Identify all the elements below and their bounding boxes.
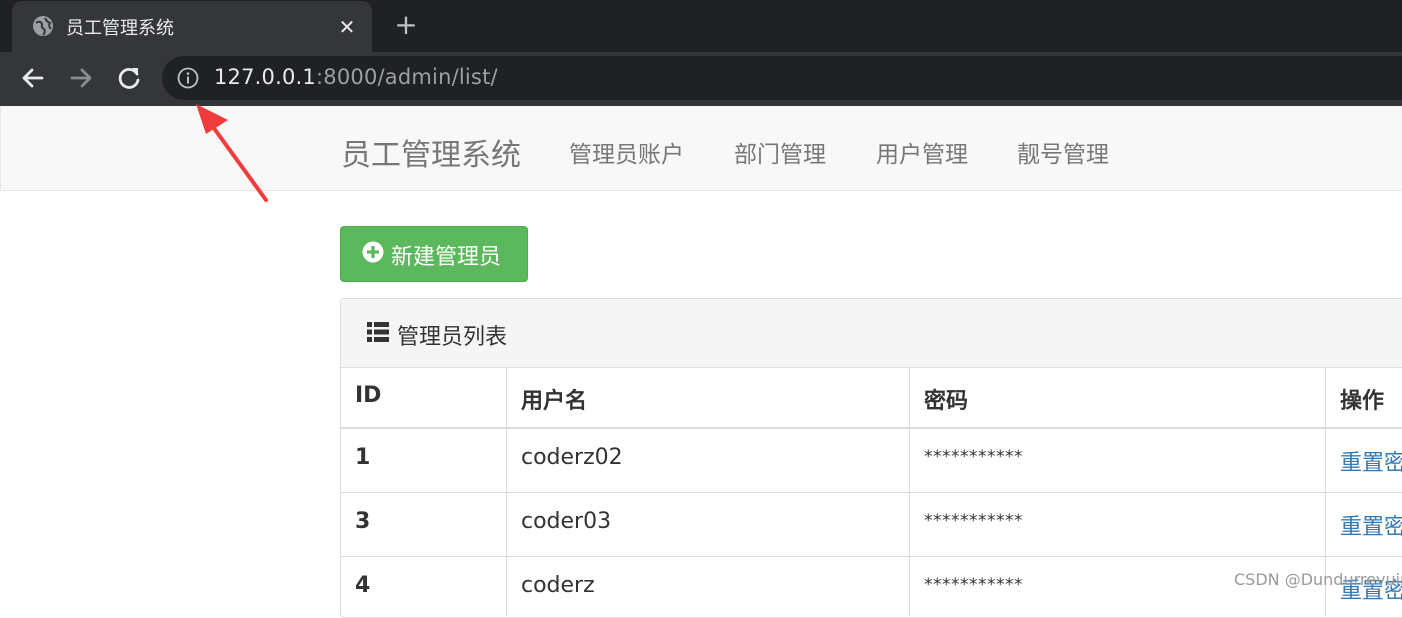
- address-bar[interactable]: 127.0.0.1:8000/admin/list/: [162, 56, 1402, 100]
- cell-id: 4: [341, 557, 507, 617]
- cell-password: ***********: [910, 429, 1326, 492]
- nav-pretty-numbers[interactable]: 靓号管理: [1017, 135, 1109, 169]
- tab-title: 员工管理系统: [66, 18, 174, 39]
- tab-strip: 员工管理系统 ✕ +: [0, 0, 1402, 52]
- table-header-row: ID 用户名 密码 操作: [341, 368, 1402, 429]
- panel-heading: 管理员列表: [341, 299, 1402, 368]
- cell-password: ***********: [910, 493, 1326, 556]
- reset-password-link[interactable]: 重置密: [1326, 493, 1402, 556]
- list-icon: [367, 322, 389, 342]
- annotation-arrow: [196, 104, 268, 202]
- header-actions: 操作: [1340, 389, 1385, 414]
- browser-tab[interactable]: 员工管理系统 ✕: [12, 1, 372, 52]
- cell-username: coder03: [507, 493, 910, 556]
- close-icon[interactable]: ✕: [334, 14, 360, 40]
- nav-admin-accounts[interactable]: 管理员账户: [569, 135, 684, 169]
- header-username: 用户名: [507, 368, 910, 427]
- brand-link[interactable]: 员工管理系统: [341, 130, 521, 174]
- info-icon[interactable]: [176, 66, 200, 90]
- new-admin-label: 新建管理员: [391, 245, 502, 270]
- panel-title: 管理员列表: [397, 325, 508, 350]
- cell-id: 3: [341, 493, 507, 556]
- forward-arrow-icon[interactable]: [65, 62, 97, 94]
- new-admin-button[interactable]: 新建管理员: [340, 226, 528, 282]
- nav-department[interactable]: 部门管理: [734, 135, 826, 169]
- reload-icon[interactable]: [113, 62, 145, 94]
- url-host: 127.0.0.1: [214, 65, 316, 89]
- header-password: 密码: [910, 368, 1326, 427]
- nav-users[interactable]: 用户管理: [876, 135, 968, 169]
- back-arrow-icon[interactable]: [17, 62, 49, 94]
- cell-id: 1: [341, 429, 507, 492]
- table-row: 1 coderz02 *********** 重置密: [341, 429, 1402, 493]
- browser-chrome: 员工管理系统 ✕ + 127.0.0.1:8000/admin/list/: [0, 0, 1402, 106]
- watermark: CSDN @Dundurrevuin: [1234, 570, 1402, 589]
- cell-username: coderz: [507, 557, 910, 617]
- url-path: :8000/admin/list/: [316, 65, 498, 89]
- header-id: ID: [341, 368, 507, 427]
- plus-circle-icon: [362, 241, 384, 263]
- reset-password-link[interactable]: 重置密: [1326, 429, 1402, 492]
- table-row: 3 coder03 *********** 重置密: [341, 493, 1402, 557]
- cell-username: coderz02: [507, 429, 910, 492]
- globe-icon: [33, 16, 53, 36]
- url-text: 127.0.0.1:8000/admin/list/: [214, 65, 498, 89]
- plus-icon[interactable]: +: [390, 9, 422, 41]
